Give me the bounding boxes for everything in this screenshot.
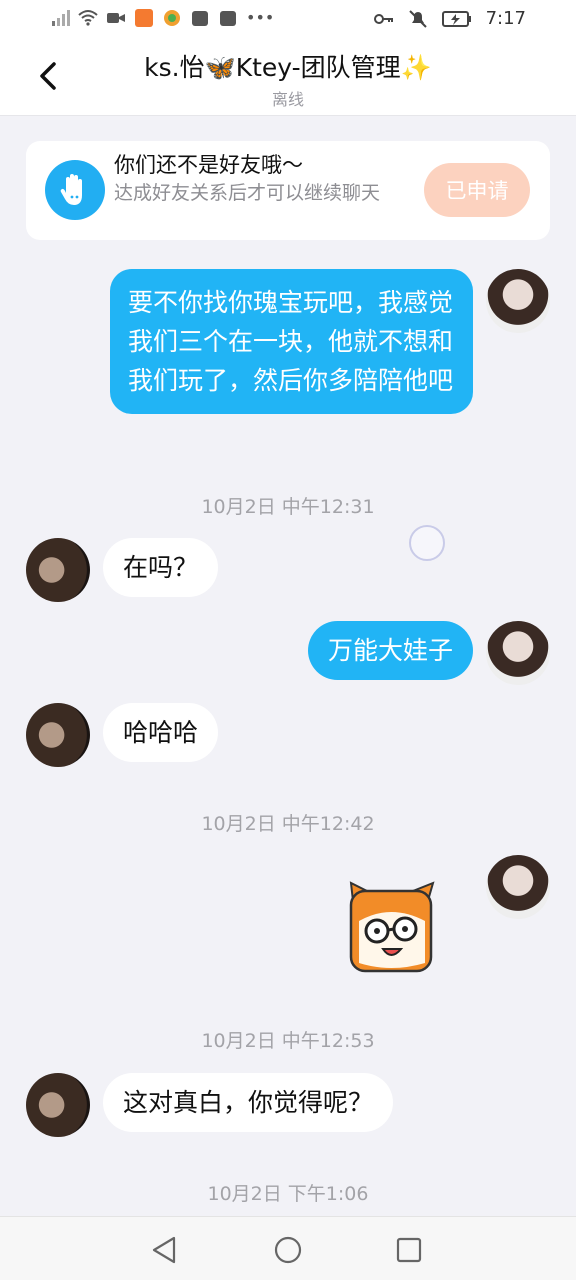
avatar-self[interactable] [486, 621, 550, 685]
avatar-contact[interactable] [26, 1073, 90, 1137]
app-icon [135, 8, 153, 27]
status-right-icons: 7:17 [373, 8, 526, 29]
app-icon [164, 9, 180, 26]
message-bubble-outgoing[interactable]: 要不你找你瑰宝玩吧，我感觉我们三个在一块，他就不想和我们玩了，然后你多陪陪他吧 [110, 269, 473, 414]
message-bubble-incoming[interactable]: 在吗？ [103, 538, 219, 597]
timestamp: 10月2日 中午12:31 [201, 496, 375, 518]
nav-home-icon[interactable] [271, 1233, 305, 1267]
avatar-contact[interactable] [26, 703, 90, 767]
system-nav-bar [0, 1216, 576, 1280]
more-dots-icon: ••• [246, 8, 275, 27]
online-status: 离线 [271, 90, 304, 109]
chat-screen: ••• 7:17 ks.怡🦋Ktey-团队管理✨ 离线 你们还不是好友哦～ 达成… [0, 0, 576, 1280]
cartoon-face-sticker[interactable] [345, 881, 437, 976]
clock-time: 7:17 [485, 8, 526, 29]
avatar-self[interactable] [486, 855, 550, 919]
status-bar: ••• 7:17 [0, 0, 576, 38]
battery-charging-icon [441, 10, 471, 27]
chat-header: ks.怡🦋Ktey-团队管理✨ 离线 [0, 38, 576, 116]
timestamp: 10月2日 中午12:42 [201, 813, 375, 835]
wifi-icon [78, 9, 98, 26]
message-bubble-incoming[interactable]: 哈哈哈 [103, 703, 219, 762]
bag-icon [220, 10, 236, 26]
status-left-icons: ••• [50, 8, 274, 27]
bag-icon [192, 10, 208, 26]
key-icon [373, 13, 393, 24]
applied-button[interactable]: 已申请 [424, 163, 530, 217]
notice-title: 你们还不是好友哦～ [114, 153, 303, 177]
avatar-contact[interactable] [26, 538, 90, 602]
avatar-self[interactable] [486, 269, 550, 333]
timestamp: 10月2日 下午1:06 [207, 1183, 369, 1205]
message-bubble-outgoing[interactable]: 万能大娃子 [307, 621, 473, 680]
message-bubble-incoming[interactable]: 这对真白，你觉得呢？ [103, 1073, 394, 1132]
signal-icon [52, 9, 70, 26]
chat-title: ks.怡🦋Ktey-团队管理✨ [144, 53, 432, 82]
timestamp: 10月2日 中午12:53 [201, 1030, 375, 1052]
friend-notice-card: 你们还不是好友哦～ 达成好友关系后才可以继续聊天 已申请 [26, 141, 550, 240]
video-icon [107, 12, 125, 23]
nav-recents-icon[interactable] [392, 1233, 426, 1267]
nav-back-icon[interactable] [148, 1233, 182, 1267]
notice-description: 达成好友关系后才可以继续聊天 [114, 182, 381, 204]
floating-touch-indicator[interactable] [409, 525, 445, 561]
mute-bell-icon [408, 9, 427, 28]
wave-hand-icon [45, 160, 105, 220]
